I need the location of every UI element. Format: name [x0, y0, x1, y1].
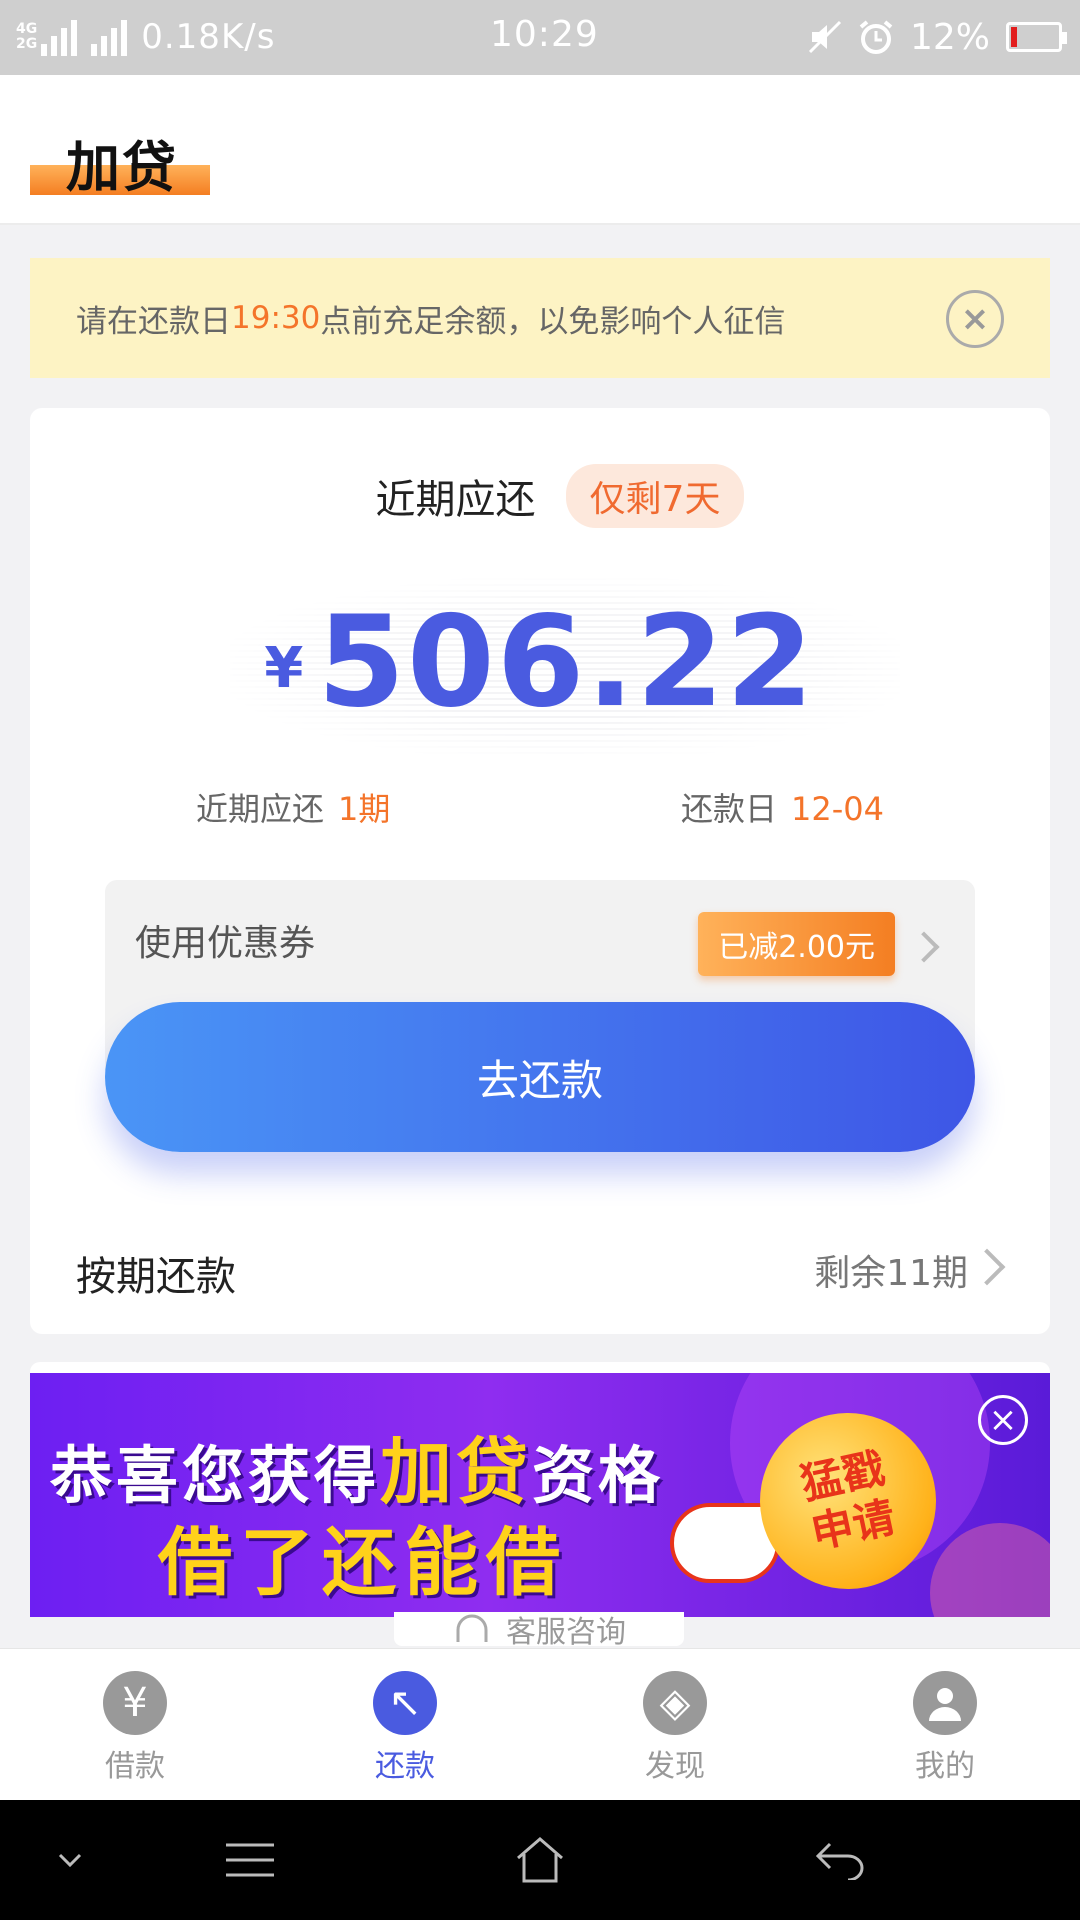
- nav-item-repay[interactable]: ↖ 还款: [270, 1649, 540, 1800]
- back-icon[interactable]: [800, 1800, 880, 1920]
- chevron-right-icon: [908, 931, 940, 963]
- banner-headline-b: 资格: [532, 1439, 665, 1512]
- headset-icon: [456, 1614, 488, 1642]
- signal-bars-icon: [41, 18, 128, 56]
- nav-item-me[interactable]: 我的: [810, 1649, 1080, 1800]
- page-title: 加贷: [66, 136, 178, 199]
- repay-button[interactable]: 去还款: [105, 1002, 975, 1152]
- mute-icon: [808, 20, 842, 54]
- due-date-value: 12-04: [791, 790, 884, 828]
- signal-group: 4G 2G 0.18K/s: [16, 14, 275, 60]
- net-speed: 0.18K/s: [141, 17, 276, 57]
- period-value: 1期: [338, 790, 391, 828]
- due-amount: ¥506.22: [30, 588, 1050, 735]
- installments-label[interactable]: 按期还款: [76, 1244, 236, 1302]
- card-header: 近期应还 仅剩7天: [30, 464, 1050, 528]
- coupon-label: 使用优惠券: [135, 923, 316, 964]
- period-info: 近期应还 1期: [196, 784, 390, 830]
- alarm-icon: [859, 20, 893, 54]
- network-type-1: 4G: [16, 21, 38, 37]
- customer-service-tab[interactable]: 客服咨询: [394, 1612, 684, 1650]
- nav-label-me: 我的: [915, 1749, 975, 1784]
- nav-item-loan[interactable]: ¥ 借款: [0, 1649, 270, 1800]
- title-wrap: 加贷: [30, 123, 210, 202]
- menu-icon[interactable]: [210, 1800, 290, 1920]
- remaining-installments[interactable]: 剩余11期: [814, 1244, 968, 1296]
- amount-value: 506.22: [317, 588, 816, 735]
- system-nav-bar: [0, 1800, 1080, 1920]
- bottom-nav: ¥ 借款 ↖ 还款 ◈ 发现 我的: [0, 1648, 1080, 1800]
- promo-banner[interactable]: 恭喜您获得加贷资格 借了还能借 猛戳 申请 ×: [30, 1373, 1050, 1617]
- nav-label-loan: 借款: [105, 1749, 165, 1784]
- chevron-down-icon[interactable]: [40, 1800, 100, 1920]
- repayment-notice: 请在还款日 19:30 点前充足余额，以免影响个人征信 ×: [30, 258, 1050, 378]
- period-label: 近期应还: [196, 790, 325, 828]
- notice-text-after: 点前充足余额，以免影响个人征信: [320, 303, 786, 340]
- nav-label-discover: 发现: [645, 1749, 705, 1784]
- status-icons: 12%: [808, 14, 1067, 60]
- currency-symbol: ¥: [264, 636, 304, 701]
- close-banner-icon[interactable]: ×: [978, 1395, 1028, 1445]
- network-type-2: 2G: [16, 36, 38, 52]
- nav-item-discover[interactable]: ◈ 发现: [540, 1649, 810, 1800]
- banner-headline-a: 恭喜您获得: [50, 1439, 381, 1512]
- battery-icon: [1006, 22, 1067, 52]
- notice-text-before: 请在还款日: [76, 303, 231, 340]
- banner-subline: 借了还能借: [158, 1520, 568, 1606]
- banner-headline-gold: 加贷: [380, 1430, 533, 1514]
- compass-icon: ◈: [643, 1671, 707, 1735]
- customer-service-label: 客服咨询: [506, 1615, 626, 1650]
- battery-percent: 12%: [909, 16, 990, 58]
- yen-icon: ¥: [103, 1671, 167, 1735]
- due-date-info: 还款日 12-04: [681, 784, 884, 830]
- close-notice-icon[interactable]: ×: [946, 290, 1004, 348]
- nav-label-repay: 还款: [375, 1749, 435, 1784]
- status-bar: 4G 2G 0.18K/s 10:29 12%: [0, 0, 1080, 75]
- clock: 10:29: [490, 14, 599, 55]
- repayment-card: 近期应还 仅剩7天 ¥506.22 近期应还 1期 还款日 12-04 使用优惠券 …: [30, 408, 1050, 1334]
- coupon-discount-badge: 已减2.00元: [698, 912, 895, 976]
- page-header: 加贷: [0, 75, 1080, 225]
- chevron-right-icon[interactable]: [968, 1248, 1006, 1286]
- network-type-labels: 4G 2G: [16, 22, 37, 52]
- notice-time: 19:30: [231, 300, 321, 336]
- due-label: 近期应还: [375, 477, 536, 523]
- repay-arrow-icon: ↖: [373, 1671, 437, 1735]
- due-date-label: 还款日: [681, 790, 778, 828]
- user-icon: [913, 1671, 977, 1735]
- home-icon[interactable]: [500, 1800, 580, 1920]
- days-left-badge: 仅剩7天: [565, 464, 745, 528]
